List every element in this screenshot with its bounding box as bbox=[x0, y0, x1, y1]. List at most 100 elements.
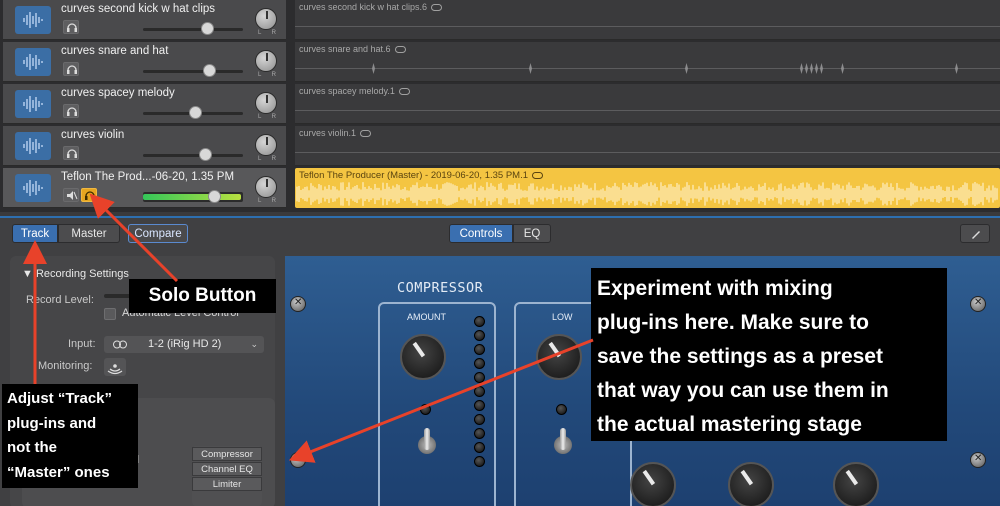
master-region[interactable]: Teflon The Producer (Master) - 2019-06-2… bbox=[295, 168, 1000, 208]
tab-eq[interactable]: EQ bbox=[513, 224, 551, 243]
solo-button[interactable] bbox=[63, 104, 79, 118]
track-header[interactable]: curves second kick w hat clips LR bbox=[3, 0, 286, 40]
track-lane[interactable]: curves spacey melody.1 bbox=[295, 84, 1000, 124]
waveform-hit bbox=[372, 63, 375, 74]
waveform-hit bbox=[841, 63, 844, 74]
waveform-icon bbox=[15, 48, 51, 76]
waveform-hit bbox=[820, 63, 823, 74]
led-icon bbox=[474, 358, 485, 369]
waveform-hit bbox=[800, 63, 803, 74]
tracks-area: curves second kick w hat clips LR curves… bbox=[0, 0, 1000, 212]
led-icon bbox=[474, 386, 485, 397]
led-icon bbox=[474, 400, 485, 411]
tab-master[interactable]: Master bbox=[58, 224, 120, 243]
pan-lr-label: LR bbox=[258, 114, 276, 120]
compare-button[interactable]: Compare bbox=[128, 224, 188, 243]
volume-slider[interactable] bbox=[143, 28, 243, 31]
level-meter bbox=[143, 192, 243, 202]
edit-button[interactable] bbox=[960, 224, 990, 243]
waveform-hit bbox=[810, 63, 813, 74]
mixing-callout-line: save the settings as a preset bbox=[597, 345, 883, 368]
track-callout-line: not the bbox=[7, 439, 57, 456]
volume-slider-knob[interactable] bbox=[201, 22, 214, 35]
master-waveform bbox=[296, 182, 998, 206]
screw-icon bbox=[290, 296, 306, 312]
input-select[interactable]: 1-2 (iRig HD 2) ⌄ bbox=[104, 336, 264, 353]
amount-label: AMOUNT bbox=[407, 312, 446, 322]
waveform-hit bbox=[529, 63, 532, 74]
low-label: LOW bbox=[552, 312, 573, 322]
tab-controls[interactable]: Controls bbox=[449, 224, 513, 243]
mute-button[interactable] bbox=[63, 188, 79, 202]
solo-button[interactable] bbox=[63, 62, 79, 76]
track-header[interactable]: curves spacey melody LR bbox=[3, 84, 286, 124]
led-icon bbox=[556, 404, 567, 415]
pan-knob[interactable] bbox=[255, 176, 277, 198]
compressor-knob[interactable] bbox=[728, 462, 774, 506]
toggle-switch-icon[interactable] bbox=[554, 428, 572, 462]
track-header[interactable]: curves snare and hat LR bbox=[3, 42, 286, 82]
tab-track[interactable]: Track bbox=[12, 224, 58, 243]
auto-level-checkbox[interactable] bbox=[104, 308, 116, 320]
region-label: curves second kick w hat clips.6 bbox=[299, 2, 443, 12]
track-header[interactable]: curves violin LR bbox=[3, 126, 286, 166]
compressor-knob[interactable] bbox=[630, 462, 676, 506]
solo-callout: Solo Button bbox=[129, 279, 276, 313]
loop-icon bbox=[360, 130, 372, 138]
mixing-callout-line: plug-ins here. Make sure to bbox=[597, 311, 869, 334]
track-lane[interactable]: curves snare and hat.6 bbox=[295, 42, 1000, 82]
track-callout-line: “Master” ones bbox=[7, 463, 110, 481]
solo-button[interactable] bbox=[63, 20, 79, 34]
pan-knob[interactable] bbox=[255, 92, 277, 114]
track-name: curves spacey melody bbox=[61, 87, 175, 99]
region-label: Teflon The Producer (Master) - 2019-06-2… bbox=[299, 170, 543, 181]
pencil-icon bbox=[972, 231, 980, 239]
region-line bbox=[295, 68, 1000, 69]
track-lane[interactable]: curves violin.1 bbox=[295, 126, 1000, 166]
plugin-slot-compressor[interactable]: Compressor bbox=[192, 447, 262, 461]
plugin-slot-channel-eq[interactable]: Channel EQ bbox=[192, 462, 262, 476]
headphones-icon bbox=[85, 191, 95, 200]
region-line bbox=[295, 152, 1000, 153]
track-lane[interactable]: curves second kick w hat clips.6 bbox=[295, 0, 1000, 40]
mixing-callout-line: Experiment with mixing bbox=[597, 277, 833, 300]
volume-slider-knob[interactable] bbox=[189, 106, 202, 119]
toggle-switch-icon[interactable] bbox=[418, 428, 436, 462]
plugin-slot-limiter[interactable]: Limiter bbox=[192, 477, 262, 491]
volume-slider-knob[interactable] bbox=[199, 148, 212, 161]
waveform-hit bbox=[955, 63, 958, 74]
solo-button-active[interactable] bbox=[81, 188, 97, 202]
compressor-title: COMPRESSOR bbox=[397, 280, 484, 296]
volume-slider[interactable] bbox=[143, 154, 243, 157]
pan-knob[interactable] bbox=[255, 134, 277, 156]
track-name: curves snare and hat bbox=[61, 45, 169, 57]
track-header-selected[interactable]: Teflon The Prod...-06-20, 1.35 PM LR bbox=[3, 168, 286, 208]
amount-module: AMOUNT bbox=[378, 302, 496, 506]
amount-knob[interactable] bbox=[400, 334, 446, 380]
monitoring-button[interactable] bbox=[104, 358, 126, 376]
record-level-label: Record Level: bbox=[26, 294, 94, 306]
led-icon bbox=[420, 404, 431, 415]
led-icon bbox=[474, 330, 485, 341]
pan-lr-label: LR bbox=[258, 156, 276, 162]
input-rings-icon bbox=[113, 340, 127, 349]
volume-slider[interactable] bbox=[143, 70, 243, 73]
input-label: Input: bbox=[68, 338, 96, 350]
volume-slider-knob[interactable] bbox=[208, 190, 221, 203]
loop-icon bbox=[532, 171, 543, 179]
low-knob[interactable] bbox=[536, 334, 582, 380]
pan-knob[interactable] bbox=[255, 50, 277, 72]
pan-knob[interactable] bbox=[255, 8, 277, 30]
track-name: curves violin bbox=[61, 129, 125, 141]
waveform-hit bbox=[805, 63, 808, 74]
waveform-icon bbox=[15, 132, 51, 160]
monitoring-label: Monitoring: bbox=[38, 360, 93, 372]
compressor-knob[interactable] bbox=[833, 462, 879, 506]
headphones-icon bbox=[67, 23, 77, 32]
recording-settings-header[interactable]: ▼ Recording Settings bbox=[22, 268, 129, 280]
volume-slider-knob[interactable] bbox=[203, 64, 216, 77]
solo-button[interactable] bbox=[63, 146, 79, 160]
region-line bbox=[295, 26, 1000, 27]
track-name: curves second kick w hat clips bbox=[61, 3, 216, 15]
mute-speaker-icon bbox=[67, 191, 78, 200]
